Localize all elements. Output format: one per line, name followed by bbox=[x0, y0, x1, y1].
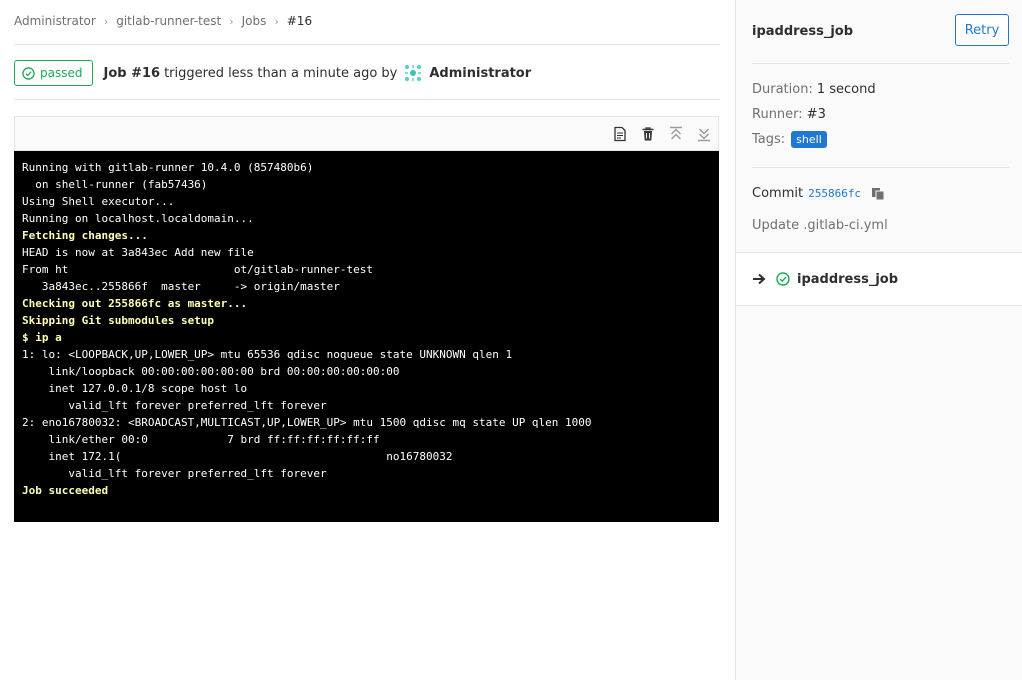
avatar[interactable] bbox=[404, 64, 423, 82]
status-success-icon bbox=[776, 272, 790, 286]
log-line: inet 172.1( no16780032 bbox=[22, 450, 453, 463]
divider bbox=[752, 167, 1009, 168]
tags-row: Tags: shell bbox=[752, 131, 827, 148]
job-sidebar: ipaddress_job Retry Duration: 1 second R… bbox=[735, 0, 1022, 680]
job-list-item[interactable]: ipaddress_job bbox=[797, 272, 898, 287]
raw-log-icon[interactable] bbox=[612, 126, 628, 142]
commit-row: Commit 255866fc bbox=[752, 186, 885, 201]
scroll-bottom-icon[interactable] bbox=[696, 126, 712, 142]
retry-button[interactable]: Retry bbox=[955, 14, 1009, 46]
log-line: Using Shell executor... bbox=[22, 195, 175, 208]
duration-row: Duration: 1 second bbox=[752, 82, 876, 97]
log-line: Job succeeded bbox=[22, 484, 109, 497]
divider bbox=[14, 99, 720, 100]
breadcrumb: Administrator › gitlab-runner-test › Job… bbox=[14, 12, 312, 30]
runner-value: #3 bbox=[806, 107, 826, 122]
log-line: on shell-runner (fab57436) bbox=[22, 178, 208, 191]
chevron-right-icon: › bbox=[274, 14, 279, 28]
job-number: Job #16 bbox=[103, 65, 161, 81]
log-line: From ht ot/gitlab-runner-test bbox=[22, 263, 373, 276]
triggered-text: triggered less than a minute ago by bbox=[164, 65, 398, 81]
log-line: Running with gitlab-runner 10.4.0 (85748… bbox=[22, 161, 314, 174]
log-line: 3a843ec..255866f master -> origin/master bbox=[22, 280, 340, 293]
log-line: link/loopback 00:00:00:00:00:00 brd 00:0… bbox=[22, 365, 400, 378]
main-content: Administrator › gitlab-runner-test › Job… bbox=[14, 0, 720, 680]
erase-log-icon[interactable] bbox=[640, 126, 656, 142]
log-line: Running on localhost.localdomain... bbox=[22, 212, 254, 225]
commit-sha-link[interactable]: 255866fc bbox=[808, 187, 861, 200]
arrow-right-icon bbox=[753, 273, 766, 285]
log-line: HEAD is now at 3a843ec Add new file bbox=[22, 246, 254, 259]
chevron-right-icon: › bbox=[229, 14, 234, 28]
copy-icon[interactable] bbox=[871, 187, 885, 201]
sidebar-header: ipaddress_job Retry bbox=[752, 14, 1009, 62]
job-header: passed Job #16 triggered less than a minu… bbox=[14, 60, 720, 86]
tag-badge: shell bbox=[791, 131, 827, 148]
log-line: link/ether 00:0 7 brd ff:ff:ff:ff:ff:ff bbox=[22, 433, 380, 446]
duration-value: 1 second bbox=[816, 82, 876, 97]
log-line: valid_lft forever preferred_lft forever bbox=[22, 467, 327, 480]
breadcrumb-item-job[interactable]: #16 bbox=[287, 14, 312, 28]
status-success-icon bbox=[22, 66, 35, 80]
log-line: Skipping Git submodules setup bbox=[22, 314, 215, 327]
scroll-top-icon[interactable] bbox=[668, 126, 684, 142]
breadcrumb-item-project[interactable]: gitlab-runner-test bbox=[116, 14, 221, 28]
log-line: $ ip a bbox=[22, 331, 62, 344]
duration-label: Duration: bbox=[752, 82, 813, 97]
runner-row: Runner: #3 bbox=[752, 107, 826, 122]
chevron-right-icon: › bbox=[103, 14, 109, 28]
tags-label: Tags: bbox=[752, 132, 786, 147]
log-line: Checking out 255866fc as master... bbox=[22, 297, 248, 310]
runner-label: Runner: bbox=[752, 107, 803, 122]
log-line: inet 127.0.0.1/8 scope host lo bbox=[22, 382, 248, 395]
commit-message-row: Update .gitlab-ci.yml bbox=[752, 218, 888, 233]
breadcrumb-item-user[interactable]: Administrator bbox=[14, 14, 96, 28]
status-badge[interactable]: passed bbox=[14, 60, 94, 86]
commit-label: Commit bbox=[752, 186, 804, 201]
job-log-output[interactable]: Running with gitlab-runner 10.4.0 (85748… bbox=[14, 151, 719, 522]
author-link[interactable]: Administrator bbox=[429, 66, 531, 81]
divider bbox=[752, 63, 1009, 64]
log-line: 1: lo: <LOOPBACK,UP,LOWER_UP> mtu 65536 … bbox=[22, 348, 513, 361]
job-title: Job #16 triggered less than a minute ago … bbox=[103, 66, 397, 81]
stage-jobs-list: ipaddress_job bbox=[736, 252, 1022, 306]
log-line: 2: eno16780032: <BROADCAST,MULTICAST,UP,… bbox=[22, 416, 592, 429]
job-name-title: ipaddress_job bbox=[752, 24, 854, 39]
breadcrumb-item-jobs[interactable]: Jobs bbox=[242, 14, 267, 28]
job-log-panel: Running with gitlab-runner 10.4.0 (85748… bbox=[14, 116, 719, 522]
log-line: Fetching changes... bbox=[22, 229, 148, 242]
status-label: passed bbox=[40, 66, 83, 80]
log-toolbar bbox=[15, 117, 718, 151]
log-line: valid_lft forever preferred_lft forever bbox=[22, 399, 327, 412]
commit-message: Update .gitlab-ci.yml bbox=[752, 218, 888, 233]
divider bbox=[14, 44, 720, 45]
